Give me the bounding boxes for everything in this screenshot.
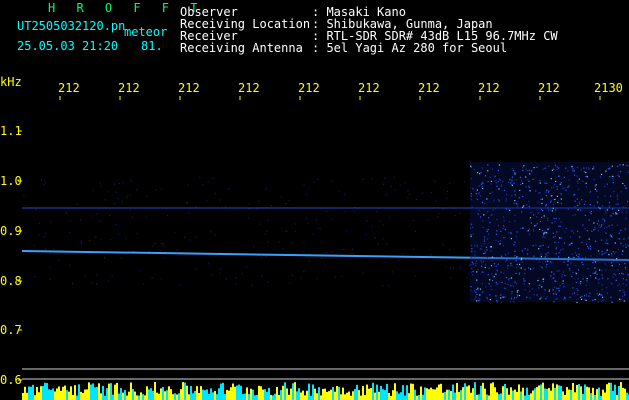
noise-level-bar [22,382,629,400]
y-unit-label: kHz [0,75,22,89]
x-tick-label: 212 [538,81,560,95]
x-tick-label: 212 [238,81,260,95]
x-tick-label: 212 [118,81,140,95]
tag-label: meteor [124,25,168,39]
x-tick-label: 212 [418,81,440,95]
x-tick-label: 212 [58,81,80,95]
antenna-label: Receiving Antenna [180,41,303,55]
filename-label: UT2505032120.pn [17,19,126,33]
spectrogram-plot [18,96,629,400]
noise-cloud [22,176,472,287]
x-tick-label: 212 [298,81,320,95]
x-tick-label: 212 [478,81,500,95]
count-label: 81. [141,39,163,53]
noise-burst [470,162,629,302]
datetime-label: 25.05.03 21:20 [17,39,119,53]
antenna-value: : 5el Yagi Az 280 for Seoul [312,41,508,55]
x-tick-label: 212 [178,81,200,95]
x-tick-label: 212 [358,81,380,95]
x-tick-label: 2130 [594,81,623,95]
